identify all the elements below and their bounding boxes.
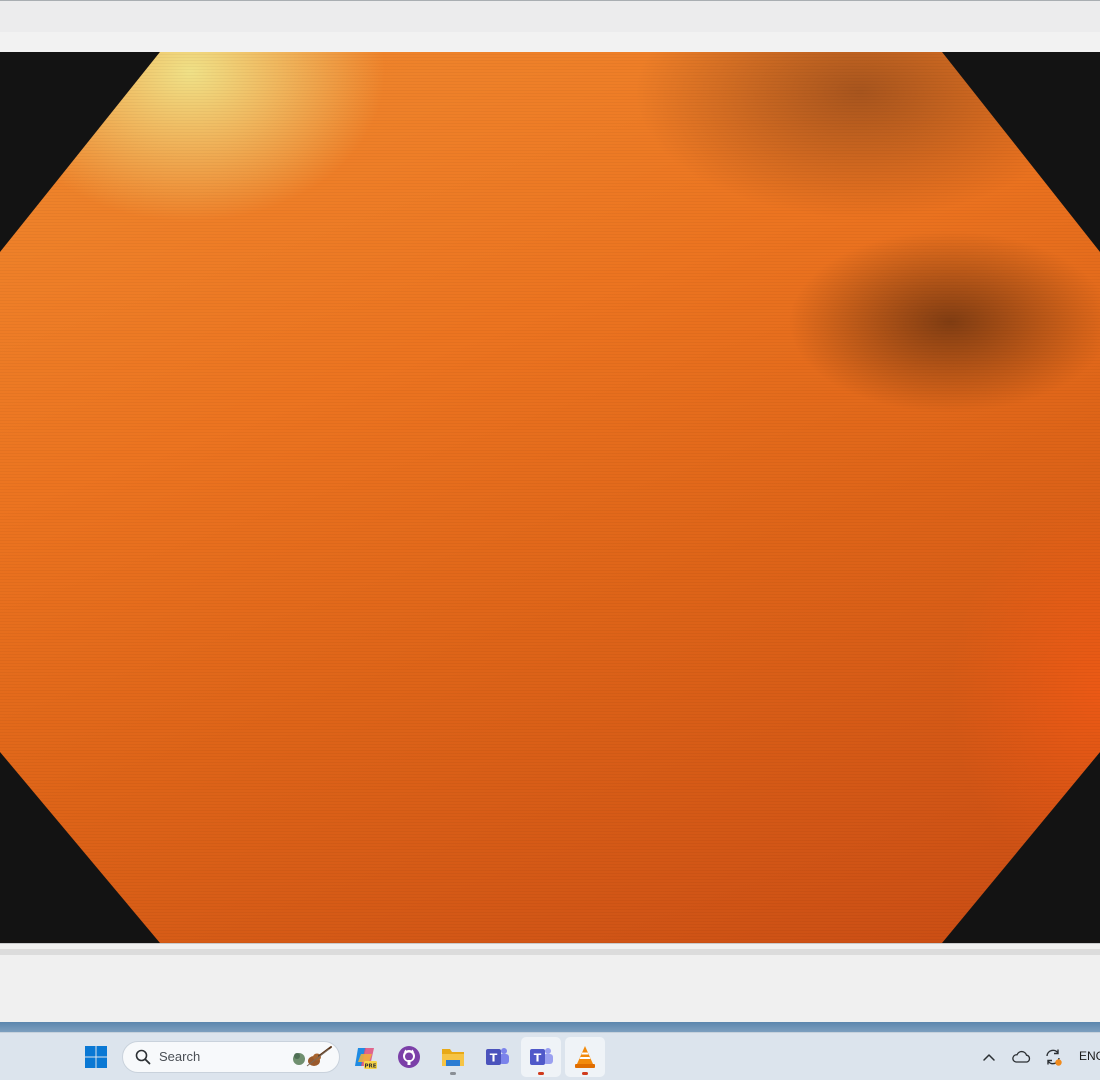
window-title-bar[interactable] — [0, 0, 1100, 32]
teams-icon: T — [486, 1048, 509, 1065]
running-indicator — [582, 1072, 588, 1075]
copilot-pre-badge: PRE — [364, 1063, 376, 1069]
taskbar-app-github[interactable] — [389, 1037, 429, 1077]
copilot-icon: PRE — [355, 1048, 377, 1069]
search-icon — [135, 1049, 151, 1065]
taskbar-app-vlc[interactable] — [565, 1037, 605, 1077]
running-indicator — [538, 1072, 544, 1075]
start-button[interactable] — [76, 1037, 116, 1077]
taskbar-app-file-explorer[interactable] — [433, 1037, 473, 1077]
seek-bar[interactable] — [0, 949, 1100, 955]
player-controls-area — [0, 943, 1100, 1022]
desktop-wallpaper-strip — [0, 1022, 1100, 1032]
search-highlight-violin-icon — [293, 1046, 332, 1067]
folder-icon — [442, 1049, 464, 1066]
taskbar-app-teams[interactable]: T — [477, 1037, 517, 1077]
tray-sync-status[interactable] — [1040, 1037, 1066, 1077]
taskbar-app-copilot[interactable]: PRE — [345, 1037, 385, 1077]
video-display-area[interactable] — [0, 52, 1100, 943]
onedrive-cloud-icon — [1012, 1050, 1031, 1063]
endoscopy-video-frame — [0, 52, 1100, 943]
vlc-icon — [575, 1046, 595, 1068]
teams-new-icon: T — [530, 1048, 553, 1065]
tray-language-indicator[interactable]: ENG — [1079, 1049, 1100, 1063]
taskbar-search-input[interactable]: Search — [122, 1041, 340, 1073]
running-indicator — [450, 1072, 456, 1075]
tray-onedrive[interactable] — [1008, 1037, 1034, 1077]
windows-logo-icon — [85, 1046, 107, 1068]
chevron-up-icon — [983, 1054, 995, 1061]
menu-strip — [0, 32, 1100, 52]
taskbar: Search PRE T T EN — [0, 1032, 1100, 1080]
media-player-window — [0, 0, 1100, 1022]
svg-text:T: T — [490, 1052, 498, 1065]
tray-show-hidden-button[interactable] — [976, 1037, 1002, 1077]
search-placeholder: Search — [159, 1049, 201, 1064]
github-icon — [398, 1046, 420, 1068]
taskbar-app-teams-new[interactable]: T — [521, 1037, 561, 1077]
svg-text:T: T — [534, 1052, 542, 1065]
sync-update-icon — [1046, 1049, 1062, 1066]
